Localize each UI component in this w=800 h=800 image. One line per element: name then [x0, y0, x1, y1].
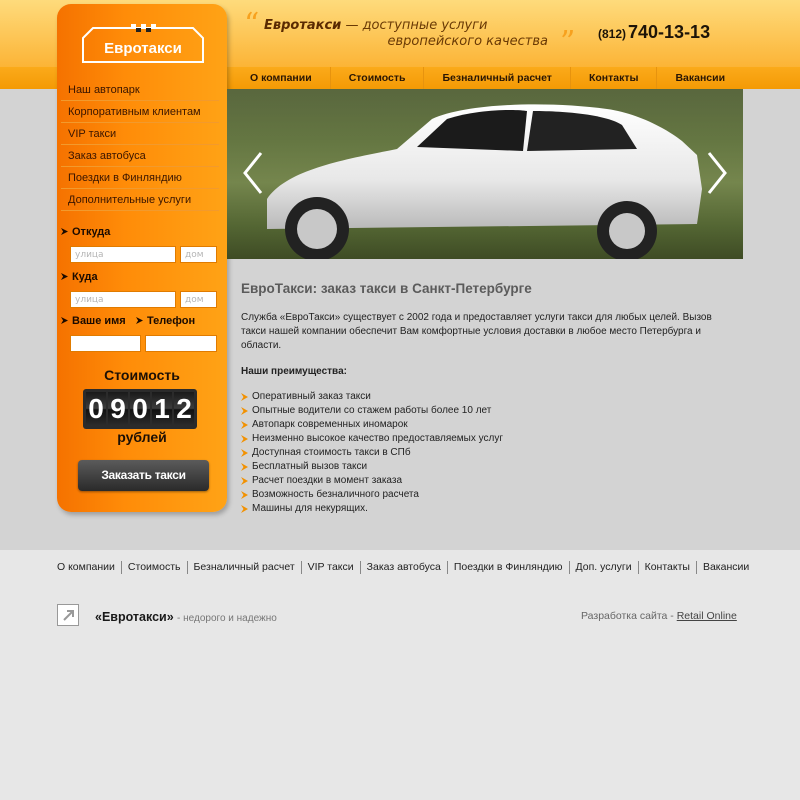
slider-next-button[interactable]	[705, 151, 729, 195]
external-link-icon[interactable]	[57, 604, 79, 626]
footer-link-vip[interactable]: VIP такси	[300, 561, 360, 574]
developer-label: Разработка сайта -	[581, 610, 674, 622]
side-item-extra[interactable]: Дополнительные услуги	[61, 189, 219, 211]
cost-digit: 0	[130, 392, 150, 426]
from-street-input[interactable]: улица	[70, 246, 176, 263]
from-label: Откуда	[61, 226, 110, 238]
side-item-finland[interactable]: Поездки в Финляндию	[61, 167, 219, 189]
developer-credit: Разработка сайта - Retail Online	[581, 610, 737, 622]
footer-link-contacts[interactable]: Контакты	[637, 561, 696, 574]
slogan-brand: Евротакси	[264, 18, 342, 33]
from-house-input[interactable]: дом	[180, 246, 217, 263]
topnav-about[interactable]: О компании	[232, 67, 331, 89]
footer-link-finland[interactable]: Поездки в Финляндию	[446, 561, 569, 574]
list-item: Расчет поездки в момент заказа	[241, 474, 503, 488]
arrow-bullet-icon	[136, 317, 143, 324]
arrow-bullet-icon	[61, 273, 68, 280]
to-label: Куда	[61, 271, 98, 283]
page-title: ЕвроТакси: заказ такси в Санкт-Петербург…	[241, 281, 532, 296]
footer-link-cashless[interactable]: Безналичный расчет	[186, 561, 301, 574]
arrow-bullet-icon	[61, 317, 68, 324]
phone-number: 740-13-13	[628, 22, 711, 42]
cost-label: Стоимость	[104, 367, 180, 383]
footer-link-about[interactable]: О компании	[57, 561, 121, 574]
side-item-vip[interactable]: VIP такси	[61, 123, 219, 145]
intro-text: Служба «ЕвроТакси» существует с 2002 год…	[241, 312, 712, 351]
footer-brand-name: «Евротакси»	[95, 610, 174, 624]
topnav-cashless[interactable]: Безналичный расчет	[424, 67, 571, 89]
phone-code: (812)	[598, 27, 627, 41]
phone[interactable]: (812) 740-13-13	[598, 22, 710, 43]
list-item: Машины для некурящих.	[241, 502, 503, 516]
sidebar: Евротакси Наш автопарк Корпоративным кли…	[57, 4, 227, 512]
footer-link-extra[interactable]: Доп. услуги	[568, 561, 638, 574]
to-street-input[interactable]: улица	[70, 291, 176, 308]
footer-link-prices[interactable]: Стоимость	[120, 561, 187, 574]
cost-digit: 1	[152, 392, 172, 426]
list-item: Доступная стоимость такси в СПб	[241, 446, 503, 460]
car-image	[227, 89, 743, 259]
advantages-title: Наши преимущества:	[241, 366, 347, 377]
side-item-fleet[interactable]: Наш автопарк	[61, 79, 219, 101]
to-house-input[interactable]: дом	[180, 291, 217, 308]
top-navigation: О компании Стоимость Безналичный расчет …	[232, 67, 743, 89]
hero-slider	[227, 89, 743, 259]
cost-digit: 2	[174, 392, 194, 426]
side-item-bus[interactable]: Заказ автобуса	[61, 145, 219, 167]
list-item: Автопарк современных иномарок	[241, 418, 503, 432]
name-input[interactable]	[70, 335, 141, 352]
list-item: Бесплатный вызов такси	[241, 460, 503, 474]
footer-link-vacancies[interactable]: Вакансии	[695, 561, 755, 574]
slogan-line2: европейского качества	[387, 34, 548, 49]
footer-brand: «Евротакси» - недорого и надежно	[95, 610, 277, 624]
list-item: Оперативный заказ такси	[241, 390, 503, 404]
slogan: “ Евротакси — доступные услуги европейск…	[244, 10, 578, 58]
cost-counter: 0 9 0 1 2	[83, 389, 197, 429]
chevron-left-icon	[243, 152, 263, 194]
cost-digit: 0	[86, 392, 106, 426]
slider-prev-button[interactable]	[241, 151, 265, 195]
footer	[0, 550, 800, 800]
phone-input[interactable]	[145, 335, 217, 352]
side-menu: Наш автопарк Корпоративным клиентам VIP …	[61, 79, 219, 211]
developer-link[interactable]: Retail Online	[677, 610, 737, 622]
quote-open-icon: “	[244, 7, 260, 42]
logo[interactable]: Евротакси	[79, 24, 207, 66]
quote-close-icon: ”	[560, 25, 576, 60]
chevron-right-icon	[707, 152, 727, 194]
topnav-prices[interactable]: Стоимость	[331, 67, 425, 89]
phone-label: Телефон	[136, 315, 195, 327]
list-item: Возможность безналичного расчета	[241, 488, 503, 502]
arrow-bullet-icon	[61, 228, 68, 235]
topnav-contacts[interactable]: Контакты	[571, 67, 658, 89]
footer-link-bus[interactable]: Заказ автобуса	[359, 561, 447, 574]
footer-tagline: - недорого и надежно	[177, 613, 277, 624]
currency-label: рублей	[117, 429, 167, 445]
name-label: Ваше имя	[61, 315, 126, 327]
topnav-vacancies[interactable]: Вакансии	[657, 67, 743, 89]
slogan-line1: — доступные услуги	[345, 18, 488, 33]
list-item: Неизменно высокое качество предоставляем…	[241, 432, 503, 446]
advantages-list: Оперативный заказ такси Опытные водители…	[241, 390, 503, 516]
list-item: Опытные водители со стажем работы более …	[241, 404, 503, 418]
logo-text: Евротакси	[104, 40, 182, 57]
cost-digit: 9	[108, 392, 128, 426]
order-taxi-button[interactable]: Заказать такси	[78, 460, 209, 491]
side-item-corporate[interactable]: Корпоративным клиентам	[61, 101, 219, 123]
footer-navigation: О компании Стоимость Безналичный расчет …	[57, 561, 755, 574]
